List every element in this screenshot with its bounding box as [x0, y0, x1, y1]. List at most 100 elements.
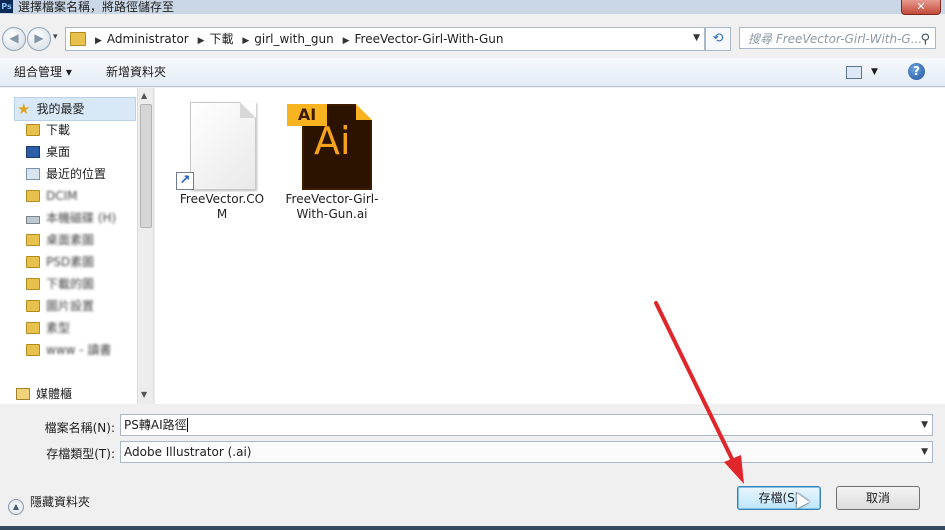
drive-icon — [26, 216, 40, 224]
command-toolbar: 組合管理 ▾ 新增資料夾 ▼ ? — [0, 58, 945, 87]
file-name: FreeVector-Girl-With-Gun.ai — [285, 192, 379, 221]
sidebar-item-label: 媒體櫃 — [36, 387, 73, 401]
recent-pages-dropdown-icon[interactable]: ▾ — [53, 32, 58, 42]
file-item[interactable]: Ai AI FreeVector-Girl-With-Gun.ai — [282, 98, 382, 228]
sidebar-item-folder[interactable]: 桌面素圖 — [26, 229, 94, 251]
filename-dropdown-icon[interactable]: ▼ — [921, 415, 928, 435]
sidebar-item-downloads[interactable]: 下載 — [26, 119, 70, 141]
filetype-dropdown-icon[interactable]: ▼ — [921, 442, 928, 462]
shortcut-arrow-icon: ↗ — [176, 172, 194, 190]
filename-label: 檔案名稱(N): — [44, 421, 115, 435]
navigation-scrollbar[interactable]: ▲ ▼ — [137, 88, 153, 404]
scroll-up-icon[interactable]: ▲ — [141, 91, 147, 100]
folder-icon — [26, 344, 40, 356]
chevron-right-icon[interactable]: ▶ — [242, 36, 249, 46]
file-name: FreeVector.COM — [179, 192, 265, 221]
back-button[interactable]: ◀ — [2, 27, 26, 51]
sidebar-item-libraries[interactable]: 媒體櫃 — [16, 383, 72, 404]
sidebar-item-label: PSD素圖 — [46, 255, 95, 269]
forward-button[interactable]: ▶ — [27, 27, 51, 51]
sidebar-item-label: 桌面素圖 — [46, 233, 95, 247]
document-icon — [190, 102, 256, 190]
cancel-button[interactable]: 取消 — [836, 486, 920, 510]
sidebar-item-folder[interactable]: 下載的圖 — [26, 273, 94, 295]
save-dialog: Ps 選擇檔案名稱，將路徑儲存至 ✕ ◀ ▶ ▾ ▶ Administrator … — [0, 0, 945, 526]
star-icon: ★ — [17, 100, 31, 118]
close-icon[interactable]: ✕ — [901, 0, 941, 15]
folder-icon — [70, 32, 86, 46]
search-placeholder: 搜尋 FreeVector-Girl-With-G... — [748, 32, 923, 46]
folder-icon — [26, 278, 40, 290]
breadcrumb-item[interactable]: FreeVector-Girl-With-Gun — [355, 32, 504, 46]
sidebar-item-recent[interactable]: 最近的位置 — [26, 163, 106, 185]
ai-badge: AI — [287, 104, 327, 126]
file-thumbnail: ↗ — [172, 98, 272, 192]
refresh-button[interactable]: ⟲ — [705, 27, 731, 51]
scrollbar-thumb[interactable] — [140, 104, 152, 228]
change-view-icon[interactable] — [846, 66, 862, 79]
breadcrumb-item[interactable]: 下載 — [209, 32, 233, 46]
filetype-label: 存檔類型(T): — [46, 447, 115, 461]
sidebar-item-label: 下載 — [46, 123, 71, 137]
sidebar-item-label: DCIM — [46, 189, 78, 203]
file-list: ↗ FreeVector.COM Ai AI FreeVector-Girl-W… — [155, 88, 945, 404]
filetype-value: Adobe Illustrator (.ai) — [124, 445, 252, 459]
file-item[interactable]: ↗ FreeVector.COM — [172, 98, 272, 228]
recent-places-icon — [26, 168, 40, 180]
sidebar-item-label: www - 讀書 — [46, 343, 112, 357]
chevron-right-icon[interactable]: ▶ — [343, 36, 350, 46]
save-button[interactable]: 存檔(S) — [737, 486, 821, 510]
hide-folders-toggle[interactable]: ▲ 隱藏資料夾 — [8, 494, 90, 515]
sidebar-item-label: 我的最愛 — [36, 102, 85, 116]
save-form: 檔案名稱(N): PS轉AI路徑 ▼ 存檔類型(T): Adobe Illust… — [0, 404, 945, 526]
breadcrumb-item[interactable]: Administrator — [107, 32, 189, 46]
breadcrumb-item[interactable]: girl_with_gun — [254, 32, 334, 46]
filename-input[interactable]: PS轉AI路徑 ▼ — [120, 414, 933, 436]
sidebar-item-label: 最近的位置 — [46, 167, 107, 181]
sidebar-item-label: 圖片設置 — [46, 299, 95, 313]
folder-icon — [26, 322, 40, 334]
search-icon[interactable]: ⚲ — [920, 29, 930, 48]
title-bar: Ps 選擇檔案名稱，將路徑儲存至 ✕ — [0, 0, 945, 15]
help-icon[interactable]: ? — [908, 63, 925, 80]
address-row: ◀ ▶ ▾ ▶ Administrator ▶ 下載 ▶ girl_with_gun … — [0, 24, 945, 52]
sidebar-item-folder[interactable]: DCIM — [26, 185, 78, 207]
breadcrumb: ▶ Administrator ▶ 下載 ▶ girl_with_gun ▶ FreeV… — [90, 28, 504, 50]
sidebar-item-label: 素型 — [46, 321, 71, 335]
new-folder-button[interactable]: 新增資料夾 — [106, 58, 166, 86]
chevron-up-icon: ▲ — [8, 499, 24, 515]
chevron-right-icon[interactable]: ▶ — [198, 36, 205, 46]
photoshop-icon: Ps — [0, 0, 13, 13]
filetype-select[interactable]: Adobe Illustrator (.ai) ▼ — [120, 441, 933, 463]
folder-icon — [26, 256, 40, 268]
sidebar-item-label: 桌面 — [46, 145, 71, 159]
sidebar-item-favorites[interactable]: ★ 我的最愛 — [14, 97, 136, 121]
view-options-dropdown-icon[interactable]: ▼ — [871, 58, 878, 86]
sidebar-item-folder[interactable]: 素型 — [26, 317, 70, 339]
sidebar-item-label: 本機磁碟 (H) — [46, 211, 117, 225]
sidebar-item-folder[interactable]: www - 讀書 — [26, 339, 111, 361]
address-dropdown-icon[interactable]: ▼ — [693, 33, 700, 43]
desktop-icon — [26, 146, 40, 158]
sidebar-item-folder[interactable]: PSD素圖 — [26, 251, 94, 273]
folder-icon — [26, 300, 40, 312]
hide-folders-label: 隱藏資料夾 — [30, 495, 91, 509]
folder-icon — [26, 190, 40, 202]
file-thumbnail: Ai AI — [282, 98, 382, 192]
organize-button[interactable]: 組合管理 ▾ — [14, 58, 72, 86]
scroll-down-icon[interactable]: ▼ — [141, 390, 147, 399]
folder-icon — [26, 234, 40, 246]
dialog-title: 選擇檔案名稱，將路徑儲存至 — [18, 0, 175, 14]
sidebar-item-drive[interactable]: 本機磁碟 (H) — [26, 207, 116, 229]
search-input[interactable]: 搜尋 FreeVector-Girl-With-G... ⚲ — [739, 27, 936, 49]
filename-value: PS轉AI路徑 — [124, 418, 187, 432]
sidebar-item-folder[interactable]: 圖片設置 — [26, 295, 94, 317]
chevron-right-icon[interactable]: ▶ — [95, 36, 102, 46]
text-caret — [186, 418, 188, 432]
address-bar[interactable]: ▶ Administrator ▶ 下載 ▶ girl_with_gun ▶ FreeV… — [65, 27, 705, 51]
downloads-folder-icon — [26, 124, 40, 136]
sidebar-item-label: 下載的圖 — [46, 277, 95, 291]
libraries-icon — [16, 388, 30, 400]
navigation-pane: ★ 我的最愛 下載 桌面 最近的位置 DCIM 本機磁碟 (H) 桌面素圖 PSD… — [0, 88, 154, 404]
sidebar-item-desktop[interactable]: 桌面 — [26, 141, 70, 163]
